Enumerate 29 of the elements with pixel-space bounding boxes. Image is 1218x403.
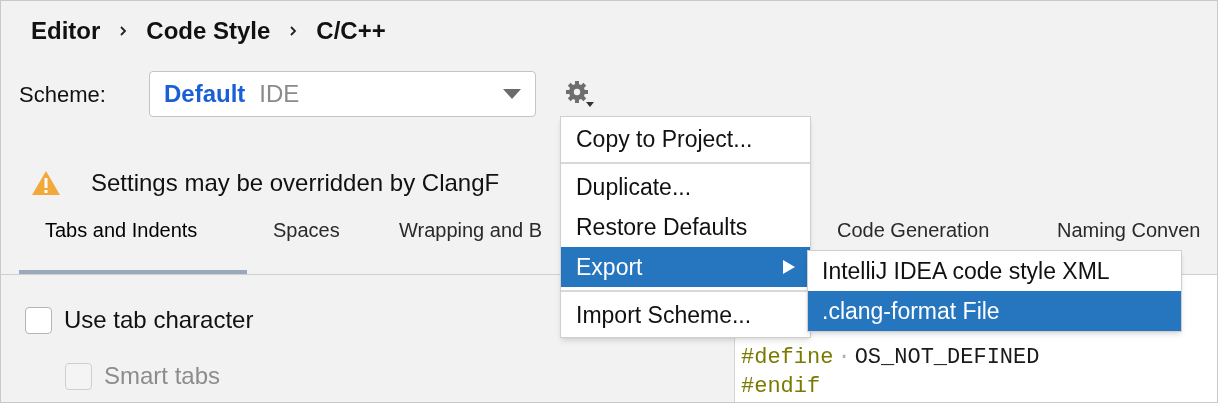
submenu-arrow-icon: [783, 260, 795, 274]
menu-item[interactable]: Duplicate...: [561, 167, 810, 207]
scheme-dropdown[interactable]: Default IDE: [149, 71, 536, 117]
scheme-name: Default: [164, 79, 246, 109]
breadcrumb-item[interactable]: Editor: [31, 13, 101, 49]
tab[interactable]: Tabs and Indents: [19, 219, 247, 274]
breadcrumb-item[interactable]: Code Style: [146, 13, 271, 49]
scheme-label: Scheme:: [19, 80, 107, 109]
chevron-icon: [118, 24, 129, 38]
checkbox-label: Use tab character: [64, 305, 254, 335]
code-keyword: #define: [741, 344, 834, 371]
warning-message: Settings may be overridden by ClangF: [91, 168, 500, 198]
menu-item[interactable]: Import Scheme...: [561, 295, 810, 335]
menu-item[interactable]: Export: [561, 247, 810, 287]
scheme-type: IDE: [259, 79, 300, 109]
chevron-icon: [288, 24, 299, 38]
menu-item[interactable]: Copy to Project...: [561, 119, 810, 159]
whitespace-marker: ·: [836, 344, 852, 371]
menu-item[interactable]: .clang-format File: [808, 291, 1181, 331]
tab[interactable]: Spaces: [247, 219, 373, 274]
code-keyword: #endif: [741, 373, 821, 400]
breadcrumb-item[interactable]: C/C++: [316, 13, 386, 49]
checkbox[interactable]: [25, 306, 52, 334]
dropdown-arrow-icon: [503, 89, 521, 99]
code-identifier: OS_NOT_DEFINED: [854, 344, 1040, 371]
checkbox-label: Smart tabs: [104, 361, 221, 391]
menu-item[interactable]: Restore Defaults: [561, 207, 810, 247]
warning-icon: [31, 170, 61, 196]
menu-item[interactable]: IntelliJ IDEA code style XML: [808, 251, 1181, 291]
